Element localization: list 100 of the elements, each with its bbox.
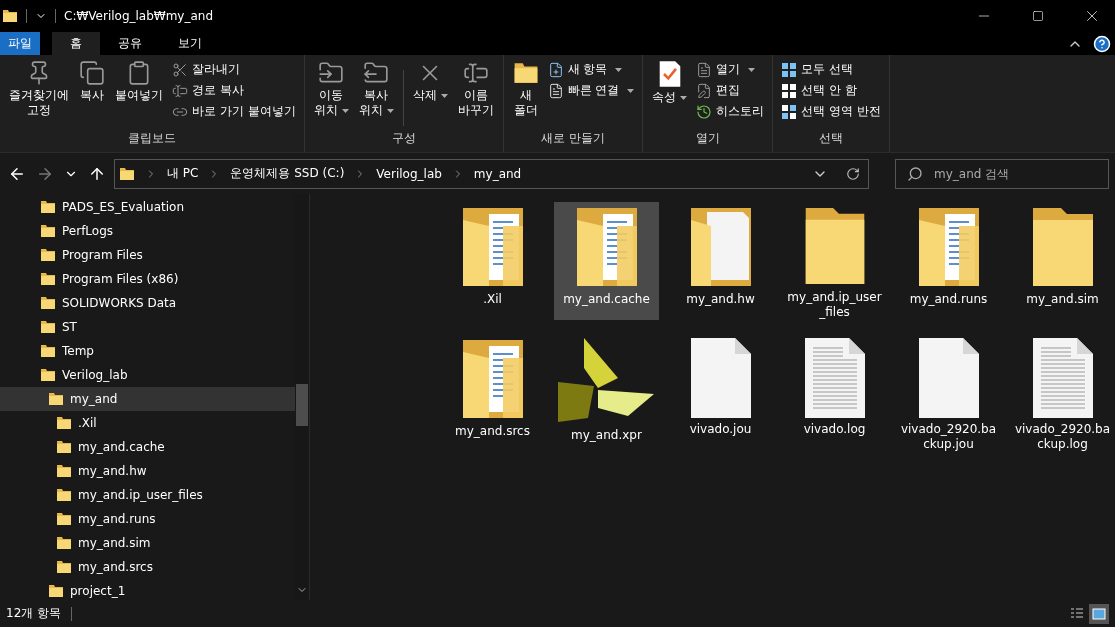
folder-icon bbox=[40, 343, 56, 359]
folder-icon bbox=[40, 247, 56, 263]
folder-icon bbox=[56, 511, 72, 527]
ribbon-button[interactable]: 삭제 bbox=[409, 58, 451, 130]
ribbon-group-label: 구성 bbox=[390, 130, 417, 147]
ribbon-button[interactable]: 이동 위치 bbox=[310, 58, 352, 130]
breadcrumb-item[interactable]: 내 PC bbox=[167, 165, 199, 182]
properties-icon bbox=[657, 60, 682, 88]
tree-item[interactable]: Temp bbox=[0, 339, 295, 363]
file-item[interactable]: vivado_2920.backup.log bbox=[1010, 334, 1115, 452]
folder-icon bbox=[56, 535, 72, 551]
tree-item[interactable]: Verilog_lab bbox=[0, 363, 295, 387]
new-item-icon bbox=[547, 61, 564, 78]
file-item[interactable]: my_and.srcs bbox=[440, 334, 545, 452]
tree-item[interactable]: my_and.hw bbox=[0, 459, 295, 483]
help-icon[interactable] bbox=[1093, 34, 1111, 53]
file-item[interactable]: my_and.hw bbox=[668, 202, 773, 320]
ribbon-tab[interactable]: 보기 bbox=[160, 32, 220, 55]
breadcrumb-item[interactable]: Verilog_lab bbox=[376, 166, 442, 181]
tree-item[interactable]: my_and.ip_user_files bbox=[0, 483, 295, 507]
text-document-icon bbox=[802, 338, 867, 418]
vivado-logo-icon bbox=[557, 338, 656, 424]
file-item[interactable]: .Xil bbox=[440, 202, 545, 320]
ribbon-group-label: 새로 만들기 bbox=[540, 130, 606, 147]
folder-icon bbox=[56, 487, 72, 503]
tree-item[interactable]: SOLIDWORKS Data bbox=[0, 291, 295, 315]
folder-icon bbox=[2, 8, 18, 24]
file-item[interactable]: my_and.sim bbox=[1010, 202, 1115, 320]
ribbon-button[interactable]: 즐겨찾기에 고정 bbox=[6, 58, 72, 130]
tree-item[interactable]: Program Files bbox=[0, 243, 295, 267]
ribbon-group-label: 클립보드 bbox=[126, 130, 177, 147]
ribbon-button[interactable]: 붙여넣기 bbox=[112, 58, 166, 130]
ribbon-tab[interactable]: 홈 bbox=[52, 32, 100, 55]
breadcrumb-item[interactable]: 운영체제용 SSD (C:) bbox=[230, 165, 345, 182]
file-item[interactable]: my_and.cache bbox=[554, 202, 659, 320]
tree-item[interactable]: PADS_ES_Evaluation bbox=[0, 195, 295, 219]
select-all-icon bbox=[781, 61, 798, 78]
file-item[interactable]: vivado_2920.backup.jou bbox=[896, 334, 1001, 452]
large-icons-icon bbox=[1092, 606, 1106, 621]
tree-item[interactable]: my_and.cache bbox=[0, 435, 295, 459]
ribbon-button[interactable]: 히스토리 bbox=[694, 102, 767, 121]
text-document-icon bbox=[1030, 338, 1095, 418]
folder-icon bbox=[48, 583, 64, 599]
folder-icon bbox=[40, 319, 56, 335]
tree-item[interactable]: my_and.runs bbox=[0, 507, 295, 531]
tree-item[interactable]: my_and.srcs bbox=[0, 555, 295, 579]
folder-icon bbox=[40, 367, 56, 383]
large-icons-view-button[interactable] bbox=[1089, 603, 1109, 624]
tree-item[interactable]: my_and bbox=[0, 387, 295, 411]
tree-item[interactable]: my_and.sim bbox=[0, 531, 295, 555]
details-list-icon bbox=[1070, 606, 1084, 621]
ribbon-button[interactable]: 잘라내기 bbox=[170, 60, 298, 79]
ribbon-button[interactable]: 경로 복사 bbox=[170, 81, 298, 100]
folder-icon bbox=[56, 439, 72, 455]
folder-icon bbox=[40, 271, 56, 287]
file-item[interactable]: my_and.xpr bbox=[554, 334, 659, 452]
ribbon-button[interactable]: 이름 바꾸기 bbox=[454, 58, 497, 130]
edit-icon bbox=[696, 82, 713, 99]
folder-icon bbox=[40, 199, 56, 215]
document-icon bbox=[688, 338, 753, 418]
breadcrumb-item[interactable]: my_and bbox=[473, 166, 522, 181]
ribbon-button[interactable]: 새 항목 bbox=[545, 60, 637, 79]
ribbon-button[interactable]: 편집 bbox=[694, 81, 767, 100]
scrollbar-thumb[interactable] bbox=[296, 384, 308, 426]
folder-icon bbox=[512, 60, 539, 86]
ribbon-tab[interactable]: 공유 bbox=[100, 32, 160, 55]
ribbon-button[interactable]: 열기 bbox=[694, 60, 767, 79]
file-item[interactable]: my_and.ip_user_files bbox=[782, 202, 887, 320]
history-icon bbox=[696, 103, 713, 120]
ribbon-button[interactable]: 빠른 연결 bbox=[545, 81, 637, 100]
ribbon-button[interactable]: 선택 안 함 bbox=[779, 81, 884, 100]
ribbon-tab[interactable]: 파일 bbox=[0, 32, 40, 55]
ribbon-button[interactable]: 새 폴더 bbox=[509, 58, 542, 130]
ribbon-button[interactable]: 속성 bbox=[649, 58, 691, 130]
ribbon-button[interactable]: 바로 가기 붙여넣기 bbox=[170, 102, 298, 121]
search-field[interactable]: my_and 검색 bbox=[895, 158, 1109, 189]
ribbon-button[interactable]: 선택 영역 반전 bbox=[779, 102, 884, 121]
ribbon-button[interactable]: 복사 bbox=[76, 58, 108, 130]
maximize-icon[interactable] bbox=[1032, 10, 1044, 22]
file-item[interactable]: vivado.jou bbox=[668, 334, 773, 452]
folder-icon bbox=[56, 415, 72, 431]
tree-item[interactable]: Program Files (x86) bbox=[0, 267, 295, 291]
document-icon bbox=[916, 338, 981, 418]
file-item[interactable]: vivado.log bbox=[782, 334, 887, 452]
address-bar[interactable]: 내 PC 운영체제용 SSD (C:) Verilog_lab my_and bbox=[114, 158, 869, 189]
tree-item[interactable]: .Xil bbox=[0, 411, 295, 435]
folder-icon bbox=[40, 223, 56, 239]
tree-item[interactable]: project_1 bbox=[0, 579, 295, 600]
invert-selection-icon bbox=[781, 103, 798, 120]
select-none-icon bbox=[781, 82, 798, 99]
tree-item[interactable]: PerfLogs bbox=[0, 219, 295, 243]
open-icon bbox=[696, 61, 713, 78]
ribbon-button[interactable]: 모두 선택 bbox=[779, 60, 884, 79]
file-item[interactable]: my_and.runs bbox=[896, 202, 1001, 320]
folder-icon bbox=[40, 295, 56, 311]
search-icon bbox=[907, 165, 923, 182]
tree-item[interactable]: ST bbox=[0, 315, 295, 339]
folder-icon bbox=[56, 559, 72, 575]
refresh-icon[interactable] bbox=[846, 166, 860, 181]
ribbon-button[interactable]: 복사 위치 bbox=[355, 58, 397, 130]
